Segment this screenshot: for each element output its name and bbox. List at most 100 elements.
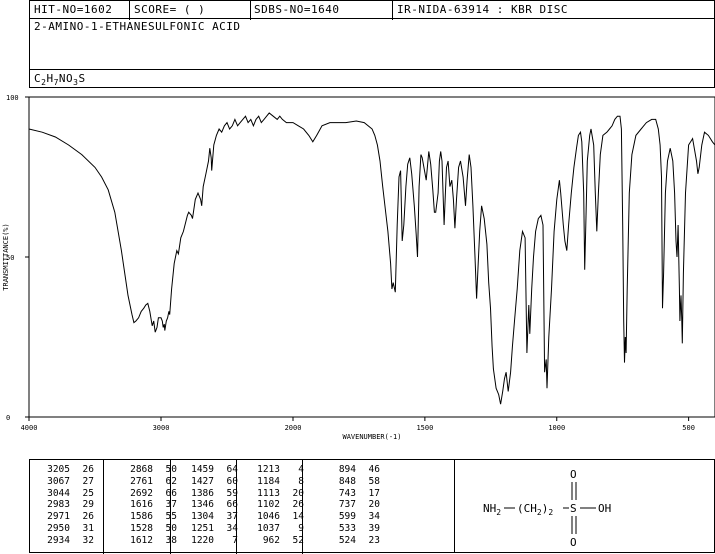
peak-column: 3205 26 3067 27 3044 25 2983 29 2971 26 2950 31 2934… (36, 464, 94, 547)
x-tick-label: 2000 (285, 424, 302, 432)
peak-row: 1386 59 (180, 488, 238, 500)
x-tick-label: 500 (682, 424, 695, 432)
peak-transmittance: 7 (232, 534, 238, 546)
peak-wavenumber: 1046 (257, 511, 280, 523)
peak-row: 3067 27 (36, 476, 94, 488)
peak-row: 1037 9 (246, 523, 304, 535)
peak-wavenumber: 3067 (47, 475, 70, 487)
peak-row: 962 52 (246, 535, 304, 547)
peak-row: 1346 66 (180, 499, 238, 511)
x-tick-label: 3000 (153, 424, 170, 432)
y-axis-label: TRANSMITTANCE(%) (2, 223, 10, 290)
peak-row: 848 58 (322, 476, 380, 488)
peak-wavenumber: 2983 (47, 499, 70, 511)
peak-transmittance: 20 (368, 499, 380, 511)
peak-row: 1528 50 (119, 523, 177, 535)
ir-spectrum-chart: 100500 4000 3000 2000 1500 1000 500 TRANSMITT… (2, 94, 715, 441)
peak-wavenumber: 1586 (130, 511, 153, 523)
peak-wavenumber: 1304 (191, 511, 214, 523)
peak-wavenumber: 1386 (191, 487, 214, 499)
peak-row: 599 34 (322, 511, 380, 523)
peak-row: 1102 26 (246, 499, 304, 511)
structure-chain: (CH2)2 (517, 502, 553, 517)
peak-row: 1184 8 (246, 476, 304, 488)
peak-wavenumber: 2971 (47, 511, 70, 523)
peak-transmittance: 62 (165, 475, 177, 487)
x-tick-label: 1500 (416, 424, 433, 432)
peak-transmittance: 46 (368, 464, 380, 475)
peak-wavenumber: 533 (338, 522, 356, 534)
peak-transmittance: 26 (82, 464, 94, 475)
peak-wavenumber: 1346 (191, 499, 214, 511)
peak-wavenumber: 962 (262, 534, 280, 546)
peak-wavenumber: 743 (338, 487, 356, 499)
peak-transmittance: 37 (226, 511, 238, 523)
peak-transmittance: 34 (226, 522, 238, 534)
peak-transmittance: 66 (165, 487, 177, 499)
peak-row: 1251 34 (180, 523, 238, 535)
peak-wavenumber: 1184 (257, 475, 280, 487)
peak-row: 2950 31 (36, 523, 94, 535)
peak-wavenumber: 894 (338, 464, 356, 475)
peak-column: 2868 50 2761 62 2692 66 1616 37 1586 55 1528 50 1612… (119, 464, 177, 547)
peak-transmittance: 59 (226, 487, 238, 499)
structure-hydroxyl: OH (598, 502, 611, 515)
peak-transmittance: 38 (165, 534, 177, 546)
peak-wavenumber: 1612 (130, 534, 153, 546)
peak-transmittance: 52 (292, 534, 304, 546)
peak-transmittance: 64 (226, 464, 238, 475)
y-tick-label: 100 (6, 94, 19, 102)
peak-wavenumber: 1102 (257, 499, 280, 511)
plot-frame (28, 96, 715, 418)
peak-wavenumber: 1459 (191, 464, 214, 475)
peak-wavenumber: 1528 (130, 522, 153, 534)
peak-wavenumber: 3205 (47, 464, 70, 475)
peak-wavenumber: 1220 (191, 534, 214, 546)
peak-transmittance: 31 (82, 522, 94, 534)
peak-row: 894 46 (322, 464, 380, 476)
peak-wavenumber: 1037 (257, 522, 280, 534)
peak-transmittance: 17 (368, 487, 380, 499)
peak-wavenumber: 1113 (257, 487, 280, 499)
peak-row: 2971 26 (36, 511, 94, 523)
peak-row: 1220 7 (180, 535, 238, 547)
structure-oxygen-top: O (570, 468, 577, 481)
peak-row: 2761 62 (119, 476, 177, 488)
structure-oxygen-bottom: O (570, 536, 577, 549)
peak-column-divider (103, 460, 104, 554)
peak-row: 1304 37 (180, 511, 238, 523)
peak-transmittance: 25 (82, 487, 94, 499)
peak-wavenumber: 3044 (47, 487, 70, 499)
peak-wavenumber: 2692 (130, 487, 153, 499)
peak-row: 3044 25 (36, 488, 94, 500)
peak-transmittance: 8 (298, 475, 304, 487)
peak-wavenumber: 524 (338, 534, 356, 546)
peak-row: 2934 32 (36, 535, 94, 547)
peak-transmittance: 26 (292, 499, 304, 511)
peak-row: 1586 55 (119, 511, 177, 523)
peak-table: 3205 26 3067 27 3044 25 2983 29 2971 26 2950 31 2934… (29, 459, 455, 554)
peak-column: 894 46 848 58 743 17 737 20 599 34 533 39 524 23 (322, 464, 380, 547)
peak-row: 1213 4 (246, 464, 304, 476)
peak-row: 743 17 (322, 488, 380, 500)
peak-transmittance: 27 (82, 475, 94, 487)
peak-column-divider (170, 460, 171, 554)
peak-column-divider (302, 460, 303, 554)
structure-amino: NH2 (483, 502, 501, 517)
peak-transmittance: 9 (298, 522, 304, 534)
peak-row: 1616 37 (119, 499, 177, 511)
structure-sulfur: S (570, 502, 577, 515)
peak-transmittance: 37 (165, 499, 177, 511)
x-tick-label: 1000 (548, 424, 565, 432)
peak-wavenumber: 1616 (130, 499, 153, 511)
peak-row: 1459 64 (180, 464, 238, 476)
peak-transmittance: 29 (82, 499, 94, 511)
peak-column: 1459 64 1427 60 1386 59 1346 66 1304 37 1251 34 1220… (180, 464, 238, 547)
peak-wavenumber: 2950 (47, 522, 70, 534)
peak-row: 2692 66 (119, 488, 177, 500)
structure-diagram: O NH2 (CH2)2 S OH O (483, 468, 611, 549)
peak-wavenumber: 2868 (130, 464, 153, 475)
peak-transmittance: 34 (368, 511, 380, 523)
peak-row: 1612 38 (119, 535, 177, 547)
peak-transmittance: 26 (82, 511, 94, 523)
